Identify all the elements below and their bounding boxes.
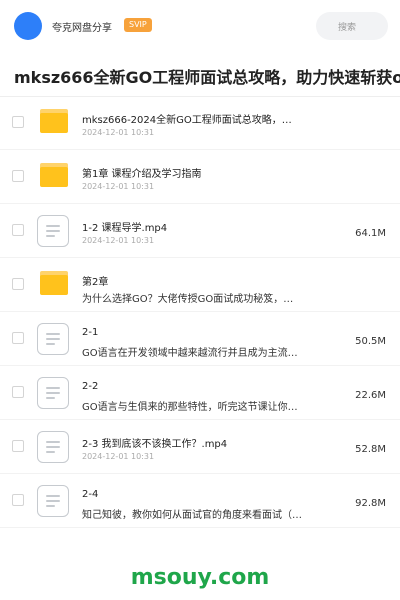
video-file-icon (37, 431, 69, 463)
file-row[interactable]: 1-2 课程导学.mp4 2024-12-01 10:31 64.1M (0, 204, 400, 258)
file-row[interactable]: 2-3 我到底该不该换工作？.mp4 2024-12-01 10:31 52.8M (0, 420, 400, 474)
video-file-icon (37, 377, 69, 409)
file-meta: 2024-12-01 10:31 (82, 236, 155, 245)
file-name: 第2章 (82, 277, 109, 288)
folder-row[interactable]: mksz666-2024全新GO工程师面试总攻略，… 2024-12-01 10:… (0, 96, 400, 150)
video-file-icon (37, 215, 69, 247)
row-checkbox[interactable] (12, 278, 24, 290)
file-size: 52.8M (355, 444, 386, 455)
svip-badge: SVIP (124, 18, 152, 32)
avatar[interactable] (14, 12, 42, 40)
file-name: 2-2 (82, 381, 99, 392)
file-row[interactable]: 2-1 GO语言在开发领域中越来越流行并且成为主流… 50.5M (0, 312, 400, 366)
file-name: 第1章 课程介绍及学习指南 (82, 169, 202, 180)
row-checkbox[interactable] (12, 386, 24, 398)
watermark: msouy.com (130, 565, 270, 590)
row-checkbox[interactable] (12, 494, 24, 506)
folder-row[interactable]: 第1章 课程介绍及学习指南 2024-12-01 10:31 (0, 150, 400, 204)
file-size: 64.1M (355, 228, 386, 239)
file-size: 50.5M (355, 336, 386, 347)
file-row[interactable]: 2-4 知己知彼，教你如何从面试官的角度来看面试（… 92.8M (0, 474, 400, 528)
file-name: 2-4 (82, 489, 99, 500)
row-checkbox[interactable] (12, 332, 24, 344)
video-file-icon (37, 323, 69, 355)
row-divider (0, 527, 400, 528)
file-meta: 2024-12-01 10:31 (82, 452, 155, 461)
row-checkbox[interactable] (12, 440, 24, 452)
file-meta: 为什么选择GO？大佬传授GO面试成功秘笈，… (82, 294, 294, 305)
file-meta: 2024-12-01 10:31 (82, 182, 155, 191)
search-placeholder: 搜索 (338, 23, 357, 33)
share-header: 夸克网盘分享 SVIP 搜索 (0, 0, 400, 52)
file-size: 92.8M (355, 498, 386, 509)
file-name: mksz666-2024全新GO工程师面试总攻略，… (82, 115, 292, 126)
row-checkbox[interactable] (12, 116, 24, 128)
folder-row[interactable]: 第2章为什么选择GO？大佬传授GO面试成功秘笈，… (0, 258, 400, 312)
row-checkbox[interactable] (12, 170, 24, 182)
share-name: 夸克网盘分享 (52, 23, 112, 34)
row-checkbox[interactable] (12, 224, 24, 236)
file-meta: GO语言在开发领域中越来越流行并且成为主流… (82, 348, 298, 359)
file-size: 22.6M (355, 390, 386, 401)
page-title: mksz666全新GO工程师面试总攻略，助力快速斩获offer… (14, 68, 400, 87)
folder-icon (40, 271, 68, 295)
file-name: 1-2 课程导学.mp4 (82, 223, 168, 234)
file-meta: GO语言与生俱来的那些特性，听完这节课让你… (82, 402, 298, 413)
file-name: 2-3 我到底该不该换工作？.mp4 (82, 439, 228, 450)
video-file-icon (37, 485, 69, 517)
file-meta: 知己知彼，教你如何从面试官的角度来看面试（… (82, 510, 302, 521)
file-meta: 2024-12-01 10:31 (82, 128, 155, 137)
file-row[interactable]: 2-2 GO语言与生俱来的那些特性，听完这节课让你… 22.6M (0, 366, 400, 420)
folder-icon (40, 109, 68, 133)
file-name: 2-1 (82, 327, 99, 338)
folder-icon (40, 163, 68, 187)
search-input[interactable]: 搜索 (316, 12, 388, 40)
